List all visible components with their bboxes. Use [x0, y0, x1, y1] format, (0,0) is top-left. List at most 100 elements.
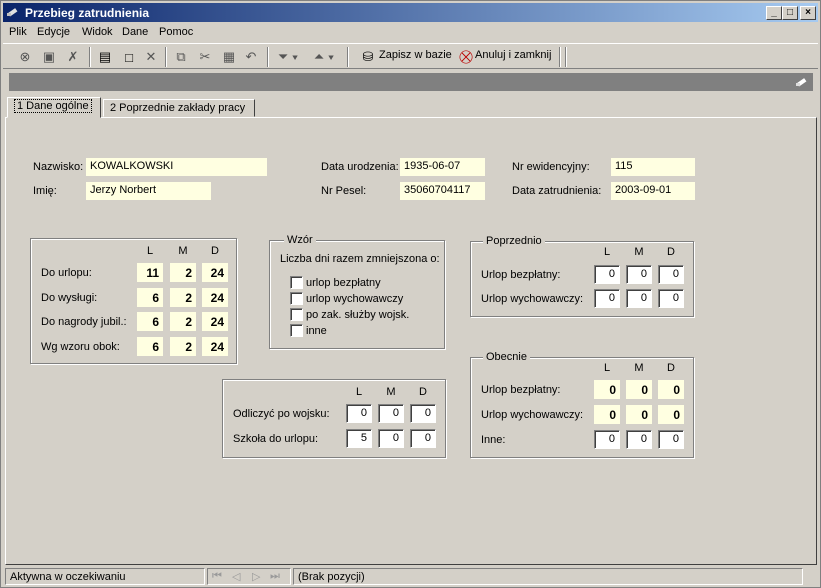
current-row-label: Urlop bezpłatny: [481, 384, 561, 396]
current-row-label: Inne: [481, 434, 506, 446]
name-field[interactable]: Jerzy Norbert [86, 182, 211, 200]
move-up-icon[interactable]: ⏶ ▾ [309, 47, 339, 67]
col-header-d: D [211, 245, 219, 257]
prev-parental-days-input[interactable]: 0 [658, 289, 684, 308]
hire-field[interactable]: 2003-09-01 [611, 182, 695, 200]
summary-row-label: Do urlopu: [41, 267, 92, 279]
school-years-input[interactable]: 5 [346, 429, 372, 448]
tab-general[interactable]: 1 Dane ogólne [7, 97, 101, 118]
menu-plik[interactable]: Plik [9, 26, 27, 38]
military-months-input[interactable]: 0 [378, 404, 404, 423]
summary-months: 2 [170, 263, 196, 282]
tab-previous-workplaces[interactable]: 2 Poprzednie zakłady pracy [103, 99, 255, 117]
cur-parental-days: 0 [658, 405, 684, 424]
undo-icon[interactable]: ↶ [241, 47, 261, 67]
toolbar-separator [267, 47, 269, 67]
previous-row-label: Urlop bezpłatny: [481, 269, 561, 281]
summary-row-label: Do nagrody jubil.: [41, 316, 127, 328]
deductions-group: L M D Odliczyć po wojsku: 0 0 0 Szkoła d… [222, 379, 446, 458]
history-icon[interactable]: ⊗ [15, 47, 35, 67]
summary-months: 2 [170, 312, 196, 331]
hire-label: Data zatrudnienia: [512, 185, 602, 197]
unpaid-leave-checkbox[interactable] [290, 276, 303, 289]
prev-parental-months-input[interactable]: 0 [626, 289, 652, 308]
summary-years: 6 [137, 337, 163, 356]
name-label: Imię: [33, 185, 57, 197]
last-record-icon[interactable]: ⏭ [270, 570, 280, 583]
cancel-close-icon[interactable]: ⛒ [457, 47, 475, 67]
toolbar-separator [347, 47, 349, 67]
paste-icon[interactable]: ▦ [219, 47, 239, 67]
previous-title: Poprzednio [483, 235, 545, 247]
checkbox-label: urlop bezpłatny [306, 277, 381, 289]
prev-unpaid-months-input[interactable]: 0 [626, 265, 652, 284]
first-record-icon[interactable]: ⏮ [212, 570, 222, 583]
delete-record-icon[interactable]: ✗ [63, 47, 83, 67]
current-row-label: Urlop wychowawczy: [481, 409, 584, 421]
evid-field[interactable]: 115 [611, 158, 695, 176]
menu-bar: Plik Edycje Widok Dane Pomoc [3, 23, 818, 41]
cur-other-months-input[interactable]: 0 [626, 430, 652, 449]
cur-other-days-input[interactable]: 0 [658, 430, 684, 449]
military-service-checkbox[interactable] [290, 308, 303, 321]
close-button[interactable]: × [800, 6, 816, 20]
col-header-l: L [603, 362, 611, 374]
school-months-input[interactable]: 0 [378, 429, 404, 448]
new-document-icon[interactable]: □ [119, 47, 139, 67]
current-group: Obecnie L M D Urlop bezpłatny: 0 0 0 Url… [470, 351, 694, 458]
title-bar[interactable]: Przebieg zatrudnienia _ □ × [3, 3, 818, 22]
cut-icon[interactable]: ✂ [195, 47, 215, 67]
menu-pomoc[interactable]: Pomoc [159, 26, 193, 38]
deduction-row-label: Odliczyć po wojsku: [233, 408, 330, 420]
summary-row-label: Do wysługi: [41, 292, 98, 304]
record-nav: ⏮ ◁ ▷ ⏭ [207, 568, 291, 585]
col-header-m: M [634, 246, 644, 258]
menu-widok[interactable]: Widok [82, 26, 113, 38]
cur-unpaid-months: 0 [626, 380, 652, 399]
save-disk-icon[interactable]: ▣ [39, 47, 59, 67]
col-header-m: M [178, 245, 188, 257]
tab-panel: Nazwisko: KOWALKOWSKI Imię: Jerzy Norber… [5, 117, 817, 565]
save-button[interactable]: Zapisz w bazie [379, 49, 452, 61]
military-years-input[interactable]: 0 [346, 404, 372, 423]
summary-months: 2 [170, 288, 196, 307]
copy-icon[interactable]: ⧉ [171, 47, 191, 67]
prev-unpaid-days-input[interactable]: 0 [658, 265, 684, 284]
birth-field[interactable]: 1935-06-07 [400, 158, 485, 176]
checkbox-label: inne [306, 325, 327, 337]
military-days-input[interactable]: 0 [410, 404, 436, 423]
wzor-subtitle: Liczba dni razem zmniejszona o: [280, 253, 440, 265]
prev-unpaid-years-input[interactable]: 0 [594, 265, 620, 284]
toolbar-separator [165, 47, 167, 67]
school-days-input[interactable]: 0 [410, 429, 436, 448]
cancel-close-button[interactable]: Anuluj i zamknij [475, 49, 551, 61]
properties-icon[interactable]: ▤ [95, 47, 115, 67]
col-header-d: D [667, 362, 675, 374]
prev-parental-years-input[interactable]: 0 [594, 289, 620, 308]
surname-label: Nazwisko: [33, 161, 84, 173]
move-down-icon[interactable]: ⏷ ▾ [273, 47, 303, 67]
prev-record-icon[interactable]: ◁ [232, 570, 240, 583]
pesel-field[interactable]: 35060704117 [400, 182, 485, 200]
next-record-icon[interactable]: ▷ [252, 570, 260, 583]
pesel-label: Nr Pesel: [321, 185, 367, 197]
cancel-icon[interactable]: ✕ [141, 47, 161, 67]
save-db-icon[interactable]: ⛁ [359, 47, 377, 67]
maximize-button[interactable]: □ [782, 6, 798, 20]
cur-other-years-input[interactable]: 0 [594, 430, 620, 449]
status-bar: Aktywna w oczekiwaniu ⏮ ◁ ▷ ⏭ (Brak pozy… [3, 567, 818, 586]
menu-edycje[interactable]: Edycje [37, 26, 70, 38]
pin-icon[interactable] [795, 75, 809, 89]
header-bar [9, 73, 813, 91]
toolbar-separator [89, 47, 91, 67]
status-position: (Brak pozycji) [293, 568, 803, 585]
parental-leave-checkbox[interactable] [290, 292, 303, 305]
cur-parental-months: 0 [626, 405, 652, 424]
col-header-d: D [667, 246, 675, 258]
other-checkbox[interactable] [290, 324, 303, 337]
minimize-button[interactable]: _ [766, 6, 782, 20]
previous-group: Poprzednio L M D Urlop bezpłatny: 0 0 0 … [470, 235, 694, 317]
col-header-l: L [355, 386, 363, 398]
surname-field[interactable]: KOWALKOWSKI [86, 158, 267, 176]
menu-dane[interactable]: Dane [122, 26, 148, 38]
